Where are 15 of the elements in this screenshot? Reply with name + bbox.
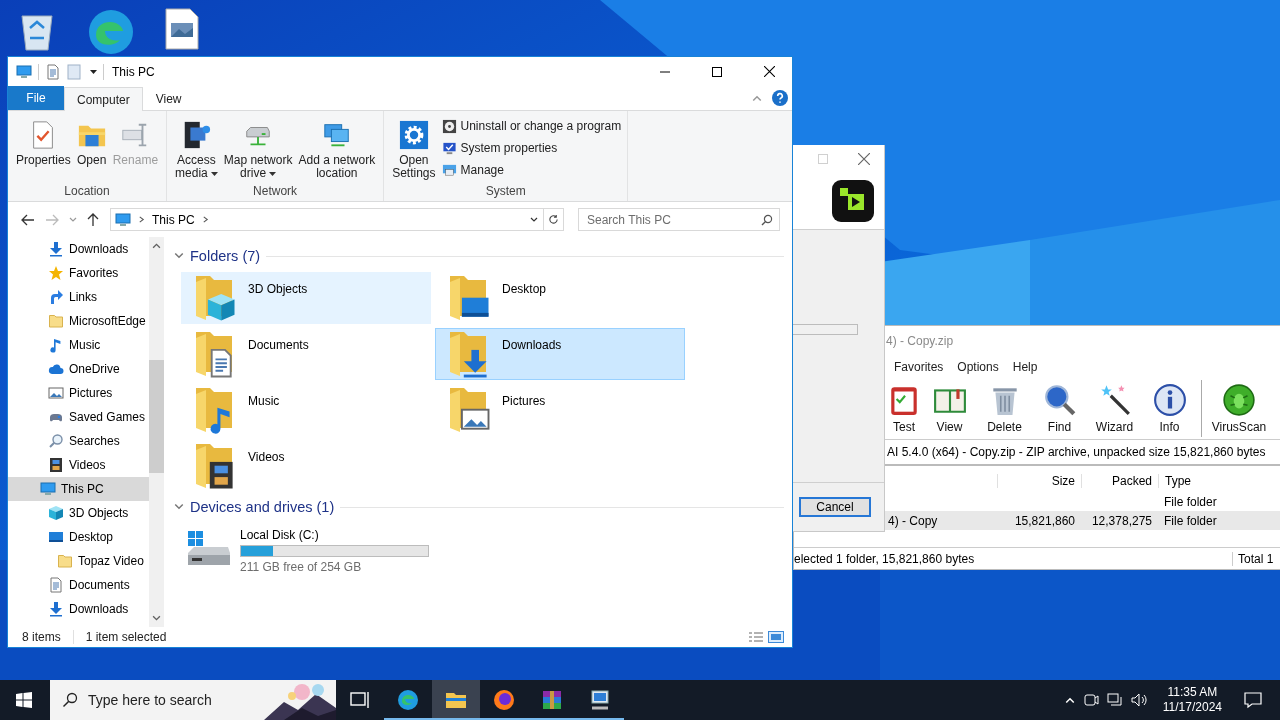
meet-now-icon[interactable] <box>1082 692 1099 708</box>
taskbar-app-button[interactable] <box>432 680 480 720</box>
windows-logo-icon <box>16 692 32 708</box>
volume-icon[interactable] <box>1130 692 1149 708</box>
taskbar-search-field[interactable]: Type here to search <box>86 680 264 720</box>
installer-icon <box>588 688 612 712</box>
search-button[interactable] <box>50 680 86 720</box>
firefox-icon <box>492 688 516 712</box>
clock[interactable]: 11:35 AM 11/17/2024 <box>1156 685 1228 715</box>
search-icon <box>62 692 78 708</box>
browser-icon <box>396 688 420 712</box>
notifications-icon[interactable] <box>1244 691 1262 709</box>
archive-icon <box>540 688 564 712</box>
network-icon[interactable] <box>1106 692 1123 708</box>
show-hidden-icons-icon <box>1064 695 1075 705</box>
